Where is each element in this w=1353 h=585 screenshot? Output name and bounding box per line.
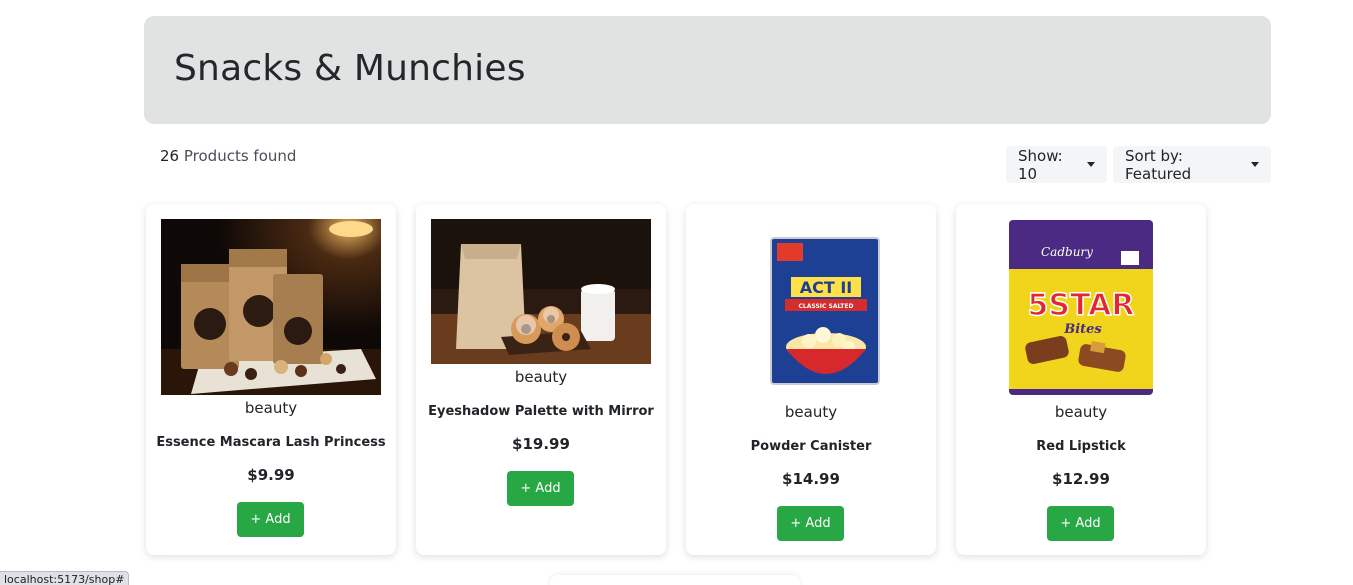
results-count: 26 Products found [160,147,296,165]
product-card[interactable]: beauty Eyeshadow Palette with Mirror $19… [416,204,666,555]
5star-bites-pack: Cadbury 5STAR Bites [971,219,1191,399]
caret-down-icon [1087,162,1095,167]
caret-down-icon [1251,162,1259,167]
product-card[interactable]: Cadbury 5STAR Bites beauty Red Lipstick … [956,204,1206,555]
product-name[interactable]: Powder Canister [686,439,936,454]
product-price: $19.99 [512,435,570,453]
add-to-cart-button[interactable]: + Add [237,502,304,537]
svg-text:ACT II: ACT II [800,278,853,297]
results-count-number: 26 [160,147,180,165]
product-card[interactable]: beauty Essence Mascara Lash Princess $9.… [146,204,396,555]
page-title: Snacks & Munchies [174,48,526,89]
add-to-cart-button[interactable]: + Add [777,506,844,541]
product-name[interactable]: Red Lipstick [956,439,1206,454]
product-image[interactable]: ACT II CLASSIC SALTED [701,219,921,399]
act-ii-popcorn-pack: ACT II CLASSIC SALTED [701,219,921,399]
show-per-page-dropdown[interactable]: Show: 10 [1006,146,1107,183]
donuts-paper-bag-photo [431,219,651,364]
product-price: $12.99 [1052,470,1110,488]
snack-bags-photo [161,219,381,395]
svg-text:CLASSIC SALTED: CLASSIC SALTED [799,303,854,310]
sort-dropdown[interactable]: Sort by: Featured [1113,146,1271,183]
results-count-label: Products found [183,147,297,165]
product-card[interactable] [550,575,800,585]
product-price: $14.99 [782,470,840,488]
add-to-cart-button[interactable]: + Add [1047,506,1114,541]
show-per-page-label: Show: 10 [1018,146,1063,183]
product-name[interactable]: Essence Mascara Lash Princess [146,435,396,450]
product-image[interactable] [161,219,381,395]
svg-text:5STAR: 5STAR [1028,288,1135,323]
product-category: beauty [1054,403,1108,421]
product-image[interactable] [431,219,651,364]
add-to-cart-button[interactable]: + Add [507,471,574,506]
product-price: $9.99 [247,466,295,484]
product-card[interactable]: ACT II CLASSIC SALTED beauty Powder Cani… [686,204,936,555]
svg-text:Bites: Bites [1063,322,1102,337]
status-bar-url: localhost:5173/shop# [0,571,130,585]
product-category: beauty [784,403,838,421]
svg-text:Cadbury: Cadbury [1041,245,1093,259]
product-category: beauty [244,399,298,417]
product-image[interactable]: Cadbury 5STAR Bites [971,219,1191,399]
product-name[interactable]: Eyeshadow Palette with Mirror [416,404,666,419]
sort-label: Sort by: Featured [1125,146,1192,183]
page-header: Snacks & Munchies [144,16,1271,124]
product-category: beauty [514,368,568,386]
